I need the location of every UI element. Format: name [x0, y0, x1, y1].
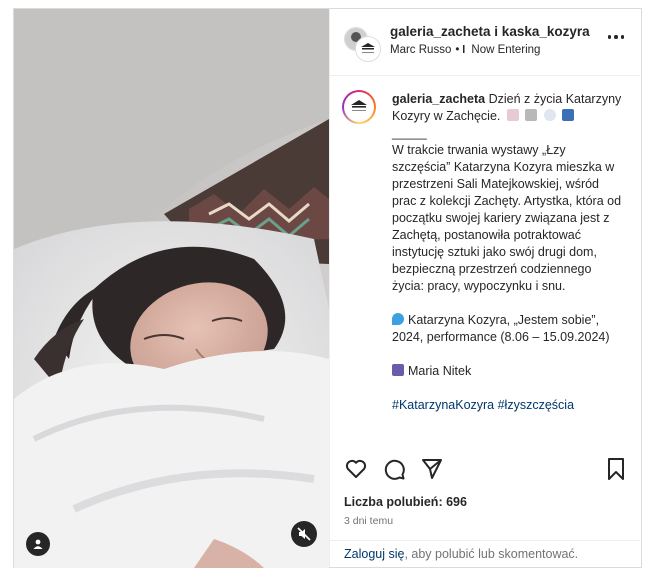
mute-button[interactable] [291, 521, 317, 547]
audio-bars-icon [463, 45, 465, 53]
user-icon [33, 539, 43, 549]
speaker-muted-icon [297, 527, 311, 541]
more-horizontal-icon [620, 35, 624, 39]
header-separator: • [455, 44, 460, 56]
zacheta-logo-icon [351, 100, 367, 111]
speech-bubble-emoji-icon [543, 109, 556, 121]
caption-avatar[interactable] [342, 90, 376, 124]
post-date[interactable]: 3 dni temu [344, 515, 393, 527]
instagram-post: galeria_zacheta i kaska_kozyra Marc Russ… [13, 8, 642, 568]
like-count[interactable]: Liczba polubień: 696 [344, 495, 467, 509]
comment-icon [384, 459, 405, 480]
woman-emoji-icon [525, 109, 538, 121]
avatar-galeria-zacheta[interactable] [355, 36, 381, 62]
caption-divider: _____ [392, 126, 427, 140]
caption-area[interactable]: galeria_zacheta Dzień z życia Katarzyny … [330, 76, 642, 441]
like-button[interactable] [344, 457, 368, 486]
save-button[interactable] [606, 457, 626, 486]
camera-emoji-icon [392, 364, 404, 376]
caption-text: galeria_zacheta Dzień z życia Katarzyny … [392, 91, 622, 414]
comment-button[interactable] [382, 457, 406, 486]
caption-avatar-inner [344, 92, 374, 122]
video-frame [14, 9, 329, 568]
caption-work: Katarzyna Kozyra, „Jestem sobie”, 2024, … [392, 313, 610, 344]
more-horizontal-icon [607, 35, 611, 39]
login-prompt: Zaloguj się, aby polubić lub skomentować… [330, 540, 642, 568]
bookmark-icon [608, 458, 624, 480]
caption-username[interactable]: galeria_zacheta [392, 92, 485, 106]
send-icon [422, 459, 442, 479]
post-header: galeria_zacheta i kaska_kozyra Marc Russ… [330, 9, 642, 76]
login-link[interactable]: Zaloguj się [344, 547, 404, 561]
caption-hashtags[interactable]: #KatarzynaKozyra #łzyszczęścia [392, 397, 622, 414]
more-options-button[interactable] [607, 35, 624, 39]
user-tag-button[interactable] [26, 532, 50, 556]
header-audio[interactable]: Now Entering [471, 44, 540, 56]
droplet-emoji-icon [392, 313, 404, 325]
zacheta-logo-icon [356, 37, 380, 61]
login-text: , aby polubić lub skomentować. [404, 547, 579, 561]
header-usernames[interactable]: galeria_zacheta i kaska_kozyra [390, 24, 590, 39]
caption-credit: Maria Nitek [408, 364, 472, 378]
heart-icon [345, 459, 367, 478]
action-bar [330, 449, 642, 489]
collab-avatars[interactable] [344, 27, 381, 62]
header-text: galeria_zacheta i kaska_kozyra Marc Russ… [390, 24, 590, 56]
share-button[interactable] [420, 457, 444, 486]
bed-emoji-icon [562, 109, 575, 121]
more-horizontal-icon [614, 35, 618, 39]
woman-emoji-icon [506, 109, 519, 121]
caption-body: W trakcie trwania wystawy „Łzy szczęścia… [392, 143, 622, 293]
header-subline: Marc Russo • Now Entering [390, 44, 590, 56]
header-author[interactable]: Marc Russo [390, 44, 451, 56]
post-sidebar: galeria_zacheta i kaska_kozyra Marc Russ… [329, 9, 642, 567]
post-video[interactable] [14, 9, 329, 568]
